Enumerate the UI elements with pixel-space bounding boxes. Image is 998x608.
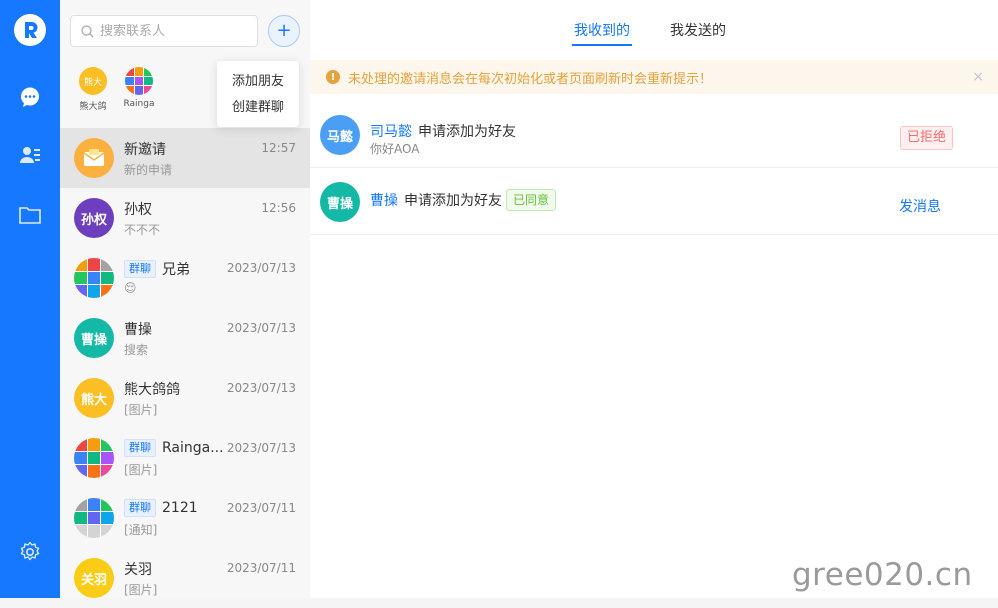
list-item[interactable]: 孙权 孙权 12:56 不不不 [60, 188, 310, 248]
avatar: 曹操 [74, 318, 114, 358]
conversation-time: 2023/07/11 [226, 501, 296, 515]
alert-text: 未处理的邀请消息会在每次初始化或者页面刷新时会重新提示！ [348, 71, 713, 87]
menu-item-add-friend[interactable]: 添加朋友 [217, 69, 299, 95]
list-item[interactable]: 关羽 关羽 2023/07/11 [图片] [60, 548, 310, 598]
conversation-name: 孙权 [124, 202, 152, 218]
tab-active-indicator [572, 44, 632, 46]
conversation-name: 群聊 Rainga... [124, 439, 228, 457]
conversation-name: 关羽 [124, 562, 152, 578]
conversation-name: 新邀请 [124, 142, 166, 158]
send-message-link[interactable]: 发消息 [899, 196, 941, 216]
avatar: 马懿 [320, 115, 360, 155]
warning-icon: ! [326, 70, 340, 84]
conversation-name: 曹操 [124, 322, 152, 338]
add-dropdown-menu: 添加朋友 创建群聊 [217, 61, 299, 127]
conversation-time: 2023/07/11 [226, 561, 296, 575]
bottom-strip [0, 598, 998, 608]
requester-name[interactable]: 司马懿 [370, 121, 412, 141]
list-item[interactable]: 曹操 曹操 2023/07/13 搜索 [60, 308, 310, 368]
conversation-preview: [图片] [124, 583, 158, 597]
friend-request-row: 曹操 曹操 申请添加为好友 已同意 发消息 [310, 169, 998, 235]
add-button[interactable]: + [268, 15, 300, 47]
conversation-preview: 不不不 [124, 223, 161, 237]
tab-sent[interactable]: 我发送的 [670, 20, 726, 40]
avatar: 熊大 [74, 378, 114, 418]
list-item[interactable]: 群聊 兄弟 2023/07/13 😌 [60, 248, 310, 308]
quick-contact-name: Rainga [123, 99, 155, 109]
settings-gear-icon[interactable] [14, 536, 46, 568]
list-item[interactable]: 新邀请 12:57 新的申请 [60, 128, 310, 188]
conversation-time: 2023/07/13 [226, 381, 296, 395]
search-box[interactable] [70, 15, 258, 47]
avatar: 关羽 [74, 558, 114, 598]
app-window: + 熊大 熊大鸽 Rainga 新邀请 12:57 新的申请 [0, 0, 998, 608]
search-input[interactable] [100, 23, 250, 39]
list-item[interactable]: 群聊 2121 2023/07/11 [通知] [60, 488, 310, 548]
request-message: 你好AOA [370, 142, 420, 156]
group-tag: 群聊 [124, 260, 156, 278]
tab-bar: 我收到的 我发送的 [310, 0, 998, 50]
request-line: 曹操 申请添加为好友 已同意 [370, 189, 557, 211]
conversation-preview: [通知] [124, 523, 158, 537]
conversation-preview: 新的申请 [124, 163, 173, 177]
close-icon[interactable]: × [972, 69, 984, 85]
status-badge-accepted: 已同意 [506, 189, 557, 211]
conversation-preview: [图片] [124, 463, 158, 477]
list-item[interactable]: 群聊 Rainga... 2023/07/13 [图片] [60, 428, 310, 488]
list-item[interactable]: 熊大 熊大鸽鸽 2023/07/13 [图片] [60, 368, 310, 428]
main-panel: 我收到的 我发送的 ! 未处理的邀请消息会在每次初始化或者页面刷新时会重新提示！… [310, 0, 998, 598]
avatar: 熊大 [79, 67, 107, 95]
group-tag: 群聊 [124, 499, 156, 517]
conversation-list: 新邀请 12:57 新的申请 孙权 孙权 12:56 不不不 群聊 兄弟 2023… [60, 128, 310, 598]
group-tag: 群聊 [124, 439, 156, 457]
conversation-time: 12:56 [261, 201, 296, 215]
requester-name[interactable]: 曹操 [370, 190, 398, 210]
quick-contact-name: 熊大鸽 [79, 102, 107, 112]
envelope-icon [74, 138, 114, 178]
conversation-preview: 搜索 [124, 343, 149, 357]
watermark: gree020.cn [792, 557, 973, 593]
group-avatar [125, 67, 153, 95]
folder-icon[interactable] [14, 199, 46, 231]
conversation-name: 群聊 兄弟 [124, 259, 228, 279]
avatar: 曹操 [320, 182, 360, 222]
status-badge-rejected: 已拒绝 [900, 126, 954, 150]
conversation-time: 2023/07/13 [226, 261, 296, 275]
conversation-time: 12:57 [261, 141, 296, 155]
alert-banner: ! 未处理的邀请消息会在每次初始化或者页面刷新时会重新提示！ × [310, 60, 998, 94]
quick-contact[interactable]: Rainga [117, 67, 161, 109]
friend-request-row: 马懿 司马懿 申请添加为好友 你好AOA 已拒绝 [310, 102, 998, 168]
conversation-name: 群聊 2121 [124, 499, 228, 517]
chat-icon[interactable] [14, 81, 46, 113]
request-action: 申请添加为好友 [418, 124, 516, 140]
search-icon [81, 24, 94, 37]
conversation-name: 熊大鸽鸽 [124, 382, 180, 398]
quick-contact[interactable]: 熊大 熊大鸽 [71, 67, 115, 112]
conversation-time: 2023/07/13 [226, 321, 296, 335]
group-avatar [74, 258, 114, 298]
group-avatar [74, 438, 114, 478]
avatar: 孙权 [74, 198, 114, 238]
conversation-time: 2023/07/13 [226, 441, 296, 455]
request-action: 申请添加为好友 [404, 193, 502, 209]
contacts-icon[interactable] [14, 140, 46, 172]
nav-rail [0, 0, 60, 598]
conversation-preview: [图片] [124, 403, 158, 417]
menu-item-create-group[interactable]: 创建群聊 [217, 95, 299, 121]
conversation-preview: 😌 [124, 281, 137, 295]
request-line: 司马懿 申请添加为好友 [370, 121, 516, 141]
tab-received[interactable]: 我收到的 [574, 20, 630, 40]
group-avatar [74, 498, 114, 538]
app-logo-icon [14, 14, 46, 46]
